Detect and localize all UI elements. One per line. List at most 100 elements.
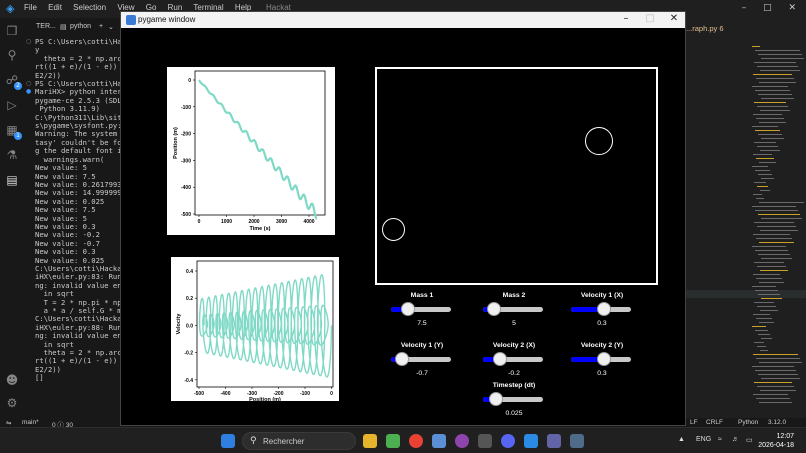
eol-indicator[interactable]: LF [690, 419, 698, 426]
unity-icon[interactable] [478, 434, 492, 448]
testing-icon[interactable]: ⚗ [5, 148, 19, 162]
minimap-line [760, 150, 780, 151]
minimap-line [758, 94, 792, 95]
wifi-icon[interactable]: ≈ [718, 436, 722, 443]
slider-track[interactable] [391, 307, 451, 312]
editor-tab-graph[interactable]: ...raph.py 6 [686, 24, 724, 33]
minimap-line [756, 358, 800, 359]
slider-knob[interactable] [597, 302, 611, 316]
pygame-canvas[interactable]: Position as a Function of Time 0 1000 2000… [121, 28, 685, 425]
new-terminal-icon[interactable]: + [99, 23, 103, 30]
minimap-line [761, 138, 784, 139]
taskbar-search[interactable]: ⚲ Rechercher [242, 432, 356, 450]
menu-file[interactable]: File [24, 3, 37, 12]
minimap-line [757, 106, 788, 107]
teams-icon[interactable] [547, 434, 561, 448]
terminal-shell-label[interactable]: python [70, 23, 91, 30]
minecraft-icon[interactable] [386, 434, 400, 448]
search-icon[interactable]: ⚲ [5, 48, 19, 62]
slider-velocity-2-x[interactable]: Velocity 2 (X) -0.2 [479, 342, 549, 382]
terminal-tab-label[interactable]: TER... [36, 23, 56, 30]
minimap-line [755, 210, 798, 211]
explorer-icon[interactable]: ❐ [5, 24, 19, 38]
slider-timestep-dt[interactable]: Timestep (dt) 0.025 [479, 382, 549, 422]
settings-gear-icon[interactable]: ⚙ [5, 396, 19, 410]
minimap-line [756, 118, 784, 119]
run-debug-icon[interactable]: ▷ [5, 98, 19, 112]
activity-bar: ❐ ⚲ ☍ 2 ▷ ▦ 1 ⚗ ▤ ☻ ⚙ [0, 18, 24, 427]
slider-knob[interactable] [492, 352, 507, 366]
pygame-taskbar-icon[interactable] [570, 434, 584, 448]
app-icon[interactable] [432, 434, 446, 448]
github-desktop-icon[interactable] [455, 434, 469, 448]
close-icon[interactable]: ✕ [788, 3, 796, 13]
minimap-line [759, 282, 784, 283]
minimize-icon[interactable]: – [742, 3, 747, 13]
close-icon[interactable]: ✕ [667, 13, 681, 24]
tray-overflow-icon[interactable]: ▲ [678, 436, 685, 443]
language-indicator[interactable]: ENG [696, 436, 711, 443]
terminal-icon[interactable]: ▤ [5, 173, 19, 187]
x-tick-label: -400 [220, 391, 230, 397]
encoding-indicator[interactable]: CRLF [706, 419, 723, 426]
chrome-icon[interactable] [409, 434, 423, 448]
discord-icon[interactable] [501, 434, 515, 448]
language-indicator[interactable]: Python [738, 419, 758, 426]
volume-icon[interactable]: ♬ [732, 436, 739, 443]
minimap-line [752, 86, 788, 87]
minimap-line [759, 322, 774, 323]
file-explorer-icon[interactable] [363, 434, 377, 448]
terminal-shell-icon[interactable]: ▤ [60, 23, 67, 31]
slider-velocity-1-x[interactable]: Velocity 1 (X) 0.3 [567, 292, 637, 332]
minimize-icon[interactable]: – [619, 13, 633, 24]
slider-track[interactable] [483, 357, 543, 362]
minimap-line [753, 354, 798, 355]
x-tick-label: 4000 [303, 219, 314, 225]
maximize-icon[interactable]: □ [763, 3, 772, 13]
minimap-line [756, 278, 782, 279]
editor-minimap[interactable] [752, 46, 804, 406]
python-version-indicator[interactable]: 3.12.0 [768, 419, 786, 426]
minimap-line [757, 66, 798, 67]
body-2-circle [585, 127, 613, 155]
minimap-line [754, 102, 786, 103]
windows-start-icon[interactable] [221, 434, 235, 448]
minimap-line [753, 234, 790, 235]
taskbar-clock[interactable]: 12:07 2026-04-18 [758, 432, 794, 450]
editor-area-right: ...raph.py 6 [686, 18, 806, 427]
position-plot-axes [194, 70, 326, 216]
slider-knob[interactable] [486, 302, 501, 316]
slider-knob[interactable] [597, 352, 611, 366]
vscode-taskbar-icon[interactable] [524, 434, 538, 448]
minimap-line [756, 198, 764, 199]
minimap-line [754, 182, 766, 183]
battery-icon[interactable]: ▭ [746, 436, 753, 444]
terminal-panel: TER... ▤ python + ⌄ ○ ○ ● PS C:\Users\co… [24, 18, 135, 427]
minimap-line [752, 46, 760, 47]
pygame-window[interactable]: pygame window – □ ✕ Position as a Functi… [120, 11, 686, 426]
pygame-titlebar[interactable]: pygame window – □ ✕ [121, 12, 685, 28]
remote-icon[interactable]: ⇋ [6, 419, 11, 427]
y-tick-label: 0 [188, 78, 191, 84]
minimap-line [753, 114, 782, 115]
slider-knob[interactable] [489, 392, 504, 406]
minimap-line [761, 338, 772, 339]
slider-knob[interactable] [400, 302, 415, 316]
slider-mass-1[interactable]: Mass 1 7.5 [387, 292, 457, 332]
slider-mass-2[interactable]: Mass 2 5 [479, 292, 549, 332]
windows-taskbar: ⚲ Rechercher ▲ ENG ≈ ♬ ▭ 12:07 2026-04-1… [0, 427, 806, 453]
y-tick-label: -100 [181, 105, 191, 111]
terminal-dropdown-icon[interactable]: ⌄ [108, 23, 114, 31]
account-icon[interactable]: ☻ [5, 373, 19, 387]
minimap-line [753, 314, 770, 315]
slider-velocity-1-y[interactable]: Velocity 1 (Y) -0.7 [387, 342, 457, 382]
terminal-tabs: TER... ▤ python + ⌄ [24, 18, 124, 36]
menu-selection[interactable]: Selection [73, 3, 106, 12]
menu-edit[interactable]: Edit [48, 3, 62, 12]
branch-indicator[interactable]: main* [22, 419, 39, 426]
maximize-icon[interactable]: □ [643, 13, 657, 24]
slider-velocity-2-y[interactable]: Velocity 2 (Y) 0.3 [567, 342, 637, 382]
minimap-line [757, 146, 778, 147]
slider-knob[interactable] [394, 352, 409, 366]
minimap-line [757, 386, 794, 387]
